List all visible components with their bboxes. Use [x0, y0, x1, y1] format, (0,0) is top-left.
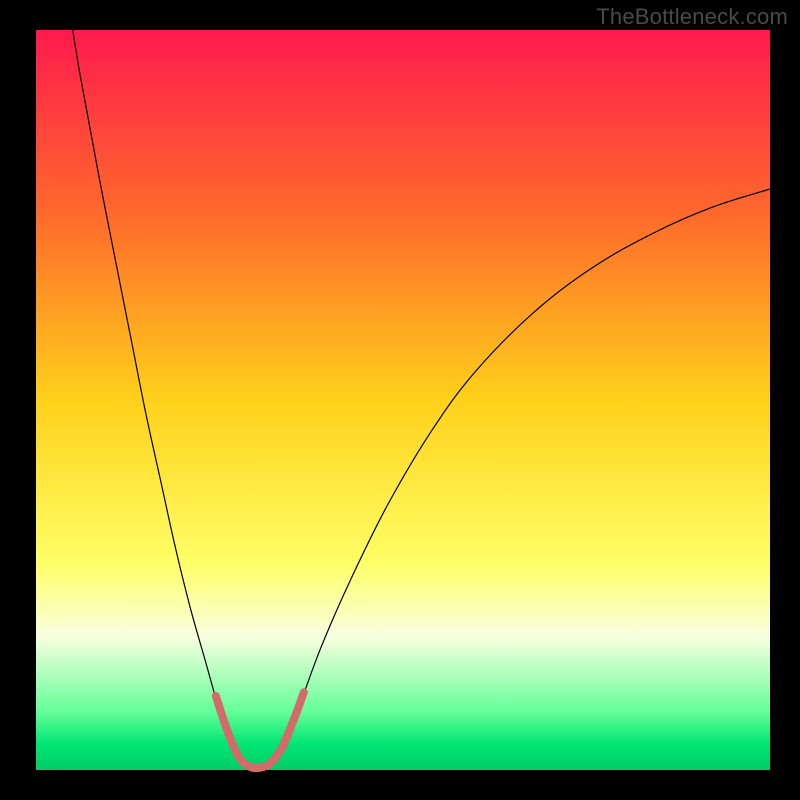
- plot-background: [36, 30, 770, 770]
- chart-frame: TheBottleneck.com: [0, 0, 800, 800]
- bottleneck-chart: [0, 0, 800, 800]
- watermark-text: TheBottleneck.com: [596, 4, 788, 30]
